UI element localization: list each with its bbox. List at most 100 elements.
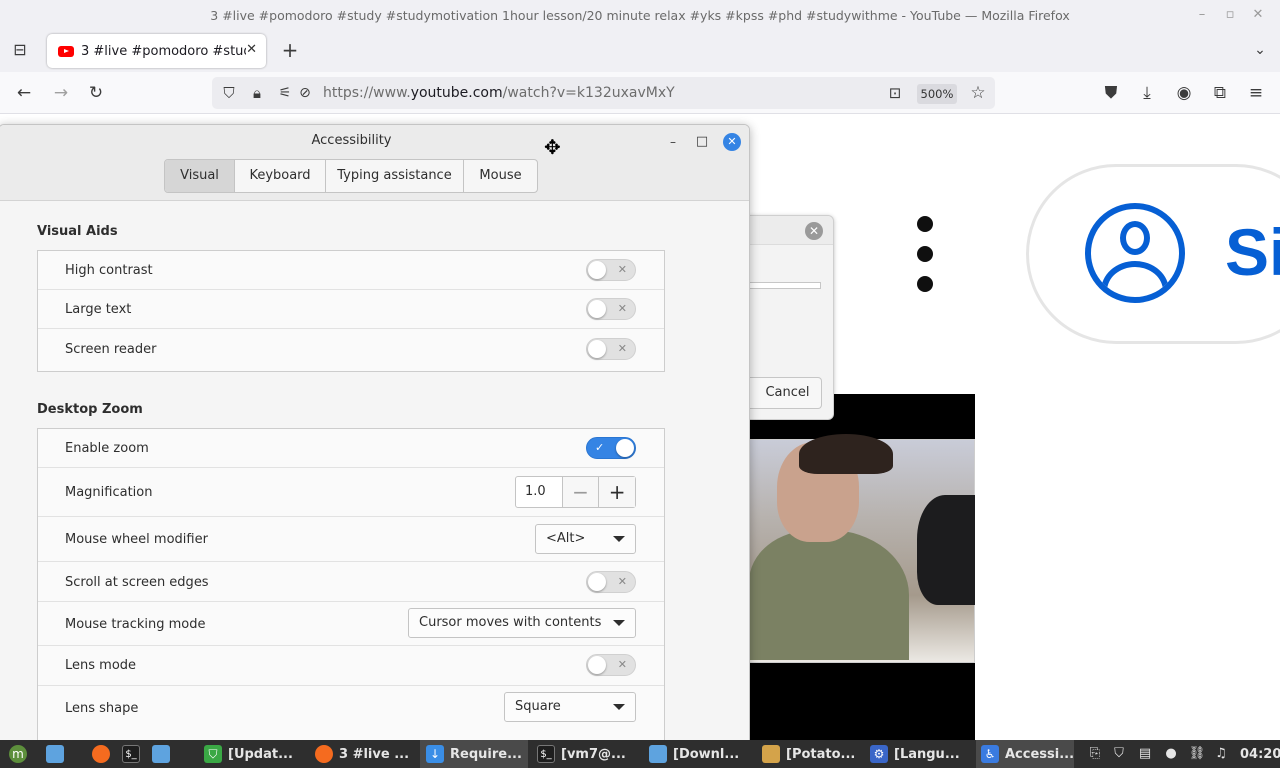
maximize-icon[interactable]: ▫ — [1221, 6, 1239, 24]
mouse-wheel-modifier-value: <Alt> — [546, 531, 586, 546]
sound-icon[interactable]: ♫ — [1212, 745, 1230, 763]
lens-mode-row[interactable]: Lens mode ✕ — [38, 646, 664, 686]
sign-in-button[interactable]: Si — [1026, 164, 1280, 344]
bookmark-star-icon[interactable]: ☆ — [967, 83, 989, 103]
reader-view-icon[interactable]: ⊡ — [884, 83, 906, 103]
tab-close-icon[interactable]: ✕ — [246, 42, 257, 57]
downloads-icon[interactable]: ⤓ — [1136, 83, 1158, 103]
clock[interactable]: 04:20 — [1240, 740, 1280, 768]
autoplay-blocked-icon[interactable]: ⊘ — [294, 83, 316, 103]
mint-menu-icon[interactable]: m — [6, 740, 30, 768]
tracking-protection-icon[interactable]: ⛉ — [218, 83, 240, 103]
forward-icon[interactable]: → — [50, 83, 72, 103]
clipboard-icon[interactable]: ⎘ — [1086, 745, 1104, 763]
reload-icon[interactable]: ↻ — [85, 83, 107, 103]
taskbar-item-accessibility[interactable]: ♿︎ Accessi... — [976, 740, 1074, 768]
tab-mouse[interactable]: Mouse — [464, 160, 537, 192]
window-title: 3 #live #pomodoro #study #studymotivatio… — [210, 7, 1070, 23]
accessibility-window: Accessibility ✥ – □ ✕ Visual Keyboard Ty… — [0, 124, 750, 742]
tab-youtube[interactable]: 3 #live #pomodoro #study ✕ — [47, 34, 266, 68]
scroll-edges-switch[interactable]: ✕ — [586, 571, 636, 593]
files-launcher-icon[interactable] — [152, 740, 176, 768]
menu-icon[interactable]: ≡ — [1245, 83, 1267, 103]
decrease-icon[interactable]: − — [561, 477, 599, 507]
magnification-input[interactable]: 1.0 — [516, 477, 562, 507]
taskbar-item-update[interactable]: ⛉ [Updat... — [200, 740, 310, 768]
maximize-icon[interactable]: □ — [693, 133, 711, 151]
desktop-zoom-heading: Desktop Zoom — [37, 402, 143, 417]
potato-icon — [762, 745, 780, 763]
cancel-button[interactable]: Cancel — [748, 377, 822, 409]
tab-visual[interactable]: Visual — [165, 160, 235, 192]
video-player[interactable] — [748, 394, 975, 740]
taskbar-item-terminal[interactable]: $_ [vm7@... — [533, 740, 641, 768]
visual-aids-list: High contrast ✕ Large text ✕ Screen read… — [37, 250, 665, 372]
magnification-row: Magnification 1.0 − + — [38, 468, 664, 517]
category-tabs: Visual Keyboard Typing assistance Mouse — [164, 159, 538, 193]
more-options-dot[interactable] — [917, 216, 933, 232]
close-icon[interactable]: ✕ — [723, 133, 741, 151]
youtube-favicon-icon — [58, 45, 74, 57]
folder-icon — [649, 745, 667, 763]
firefox-launcher-icon[interactable] — [92, 740, 116, 768]
sign-in-label: Si — [1225, 215, 1280, 289]
accessibility-icon: ♿︎ — [981, 745, 999, 763]
minimize-icon[interactable]: – — [664, 133, 682, 151]
network-icon[interactable]: ⛓ — [1188, 745, 1206, 763]
taskbar-item-firefox[interactable]: 3 #live ... — [311, 740, 416, 768]
high-contrast-row[interactable]: High contrast ✕ — [38, 251, 664, 290]
dialog-header: ✕ — [748, 216, 833, 245]
enable-zoom-switch[interactable]: ✓ — [586, 437, 636, 459]
increase-icon[interactable]: + — [598, 477, 635, 507]
zoom-level-badge[interactable]: 500% — [917, 84, 957, 104]
shield-icon: ⛉ — [204, 745, 222, 763]
lock-icon[interactable]: 🔒︎ — [246, 83, 268, 103]
tab-bar: ⊟ 3 #live #pomodoro #study ✕ + ⌄ — [0, 30, 1280, 72]
more-options-dot[interactable] — [917, 276, 933, 292]
minimize-icon[interactable]: – — [1193, 6, 1211, 24]
url-bar[interactable]: ⛉ 🔒︎ ⚟ ⊘ https://www.youtube.com/watch?v… — [212, 77, 995, 109]
scroll-edges-row[interactable]: Scroll at screen edges ✕ — [38, 562, 664, 602]
permissions-icon[interactable]: ⚟ — [274, 83, 296, 103]
new-tab-icon[interactable]: + — [279, 40, 301, 60]
pocket-icon[interactable]: ⛊ — [1100, 83, 1122, 103]
account-icon[interactable]: ◉ — [1173, 83, 1195, 103]
show-desktop-icon[interactable] — [46, 740, 70, 768]
chevron-down-icon — [613, 536, 625, 542]
screen-reader-switch[interactable]: ✕ — [586, 338, 636, 360]
screen-reader-row[interactable]: Screen reader ✕ — [38, 329, 664, 371]
firefox-icon — [315, 745, 333, 763]
mouse-wheel-modifier-label: Mouse wheel modifier — [65, 532, 208, 547]
taskbar-item-downloads[interactable]: [Downl... — [645, 740, 755, 768]
extensions-icon[interactable]: ⧉ — [1209, 83, 1231, 103]
move-cursor-icon: ✥ — [544, 135, 561, 159]
high-contrast-label: High contrast — [65, 263, 153, 278]
notes-icon[interactable]: ▤ — [1136, 745, 1154, 763]
window-header: Accessibility ✥ – □ ✕ Visual Keyboard Ty… — [0, 125, 749, 201]
screen-reader-label: Screen reader — [65, 342, 157, 357]
tab-overview-icon[interactable]: ⊟ — [9, 40, 31, 60]
shield-tray-icon[interactable]: ⛉ — [1110, 745, 1128, 763]
back-icon[interactable]: ← — [13, 83, 35, 103]
dialog-close-icon[interactable]: ✕ — [805, 222, 823, 240]
taskbar-item-language[interactable]: ⚙ [Langu... — [866, 740, 974, 768]
lens-shape-dropdown[interactable]: Square — [504, 692, 636, 722]
taskbar-item-potato[interactable]: [Potato... — [758, 740, 866, 768]
lens-mode-switch[interactable]: ✕ — [586, 654, 636, 676]
chevron-down-icon — [613, 704, 625, 710]
more-options-dot[interactable] — [917, 246, 933, 262]
taskbar-item-required[interactable]: ↓ Require... — [420, 740, 528, 768]
tab-keyboard[interactable]: Keyboard — [235, 160, 326, 192]
large-text-switch[interactable]: ✕ — [586, 298, 636, 320]
lens-shape-row: Lens shape Square — [38, 686, 664, 730]
high-contrast-switch[interactable]: ✕ — [586, 259, 636, 281]
list-all-tabs-icon[interactable]: ⌄ — [1249, 40, 1271, 60]
tab-typing-assistance[interactable]: Typing assistance — [326, 160, 464, 192]
terminal-launcher-icon[interactable]: $_ — [122, 740, 146, 768]
mouse-wheel-modifier-dropdown[interactable]: <Alt> — [535, 524, 636, 554]
user-icon[interactable]: ● — [1162, 745, 1180, 763]
large-text-row[interactable]: Large text ✕ — [38, 290, 664, 329]
enable-zoom-row[interactable]: Enable zoom ✓ — [38, 429, 664, 468]
mouse-tracking-dropdown[interactable]: Cursor moves with contents — [408, 608, 636, 638]
close-icon[interactable]: ✕ — [1249, 6, 1267, 24]
